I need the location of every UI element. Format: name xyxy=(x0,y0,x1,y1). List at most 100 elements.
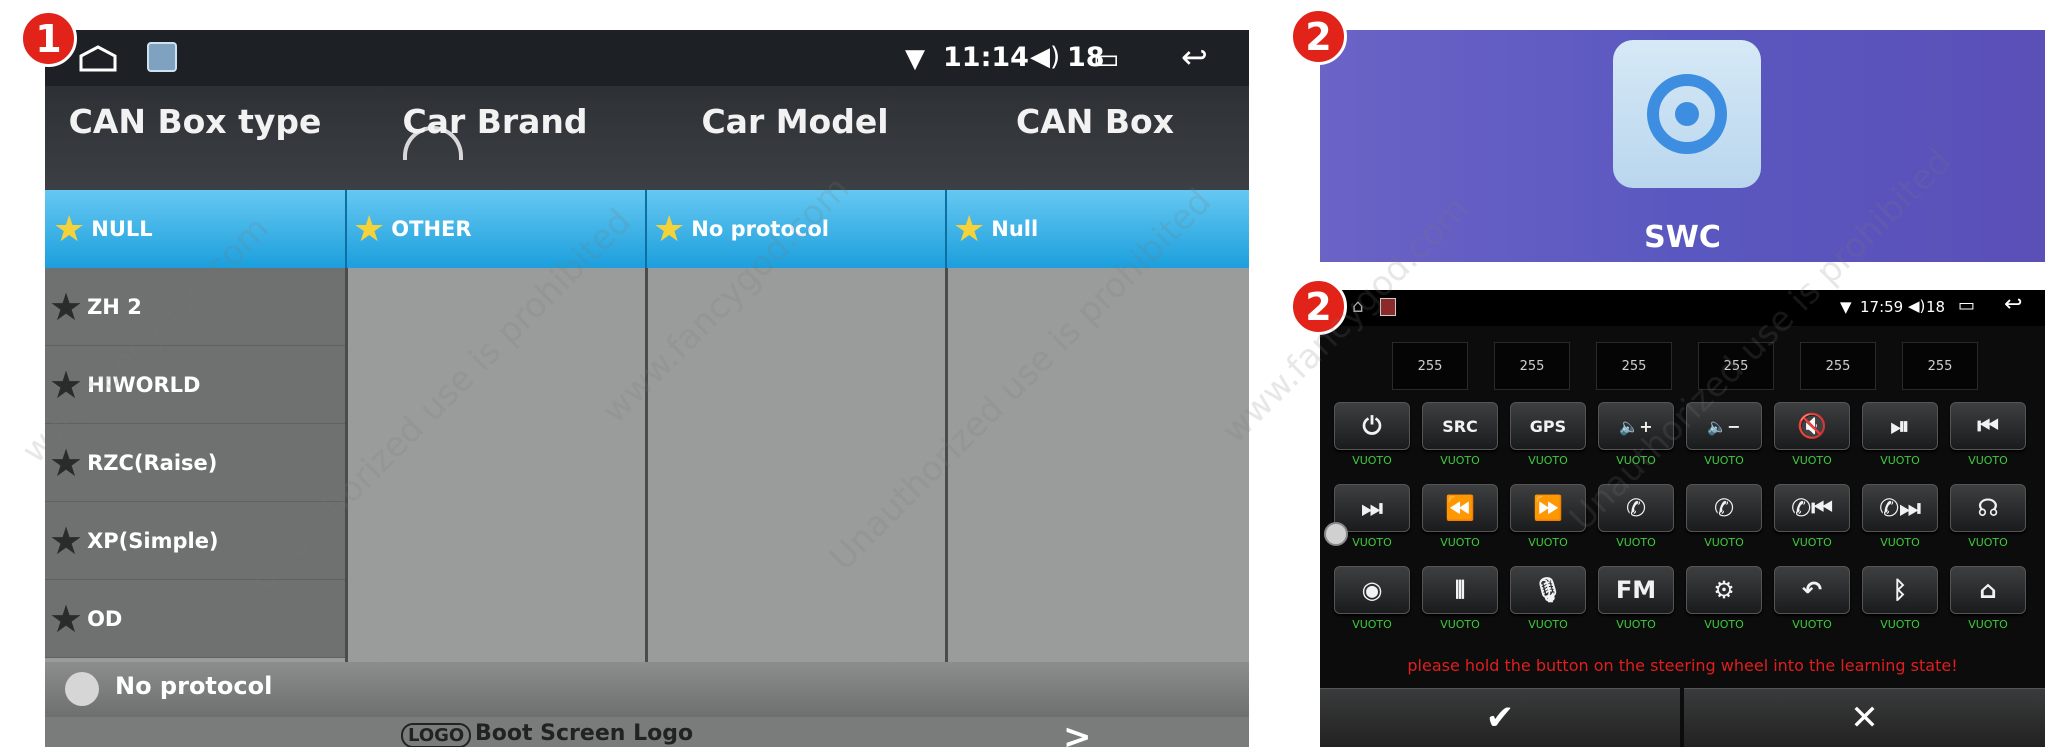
divider xyxy=(945,268,948,668)
list-item[interactable]: ★ HIWORLD xyxy=(45,346,345,424)
list-item[interactable]: ★ XP(Simple) xyxy=(45,502,345,580)
learning-message: please hold the button on the steering w… xyxy=(1407,656,1958,675)
home-icon[interactable] xyxy=(78,44,118,72)
back-icon[interactable]: ↩ xyxy=(2004,292,2022,317)
back-icon[interactable]: ↩ xyxy=(1181,38,1208,76)
key-button[interactable]: ⏭ xyxy=(1334,484,1410,532)
divider xyxy=(645,268,648,668)
list-item[interactable]: ★ ZH 2 xyxy=(45,268,345,346)
volume-up-icon: 🔈+ xyxy=(1619,416,1653,436)
key-button[interactable]: 🔈− xyxy=(1686,402,1762,450)
swc-app-icon[interactable] xyxy=(1613,40,1761,188)
key-button[interactable]: ☊ xyxy=(1950,484,2026,532)
protocol-bar[interactable]: No protocol xyxy=(45,662,1249,717)
home-icon: ⌂ xyxy=(1979,576,1997,604)
key-button[interactable]: GPS xyxy=(1510,402,1586,450)
voice-command-icon: ☊ xyxy=(1977,494,1999,522)
key-button[interactable]: ◉ xyxy=(1334,566,1410,614)
key-button[interactable]: ✆ xyxy=(1686,484,1762,532)
list-item[interactable]: ★ OD xyxy=(45,580,345,658)
steering-wheel-hub xyxy=(1675,102,1699,126)
selected-canbox[interactable]: ★ Null xyxy=(953,190,1038,268)
key-label: VUOTO xyxy=(1616,536,1656,549)
protocol-icon xyxy=(65,672,99,706)
confirm-button[interactable]: ✔ xyxy=(1320,688,1680,747)
key-label: VUOTO xyxy=(1440,618,1480,631)
status-bar: ▼ 11:14 ◀) 18 ▭ ↩ xyxy=(45,30,1249,86)
key-label: VUOTO xyxy=(1968,536,2008,549)
status-time: 11:14 xyxy=(943,42,1029,73)
key-button[interactable]: ⫴ xyxy=(1422,566,1498,614)
logo-badge: LOGO xyxy=(401,723,472,747)
selected-canbox-type[interactable]: ★ NULL xyxy=(53,190,153,268)
step-badge-2b: 2 xyxy=(1290,278,1347,335)
fast-forward-icon: ⏩ xyxy=(1533,494,1563,522)
key-button[interactable]: 🔈+ xyxy=(1598,402,1674,450)
selected-car-brand[interactable]: ★ OTHER xyxy=(353,190,472,268)
cancel-button[interactable]: ✕ xyxy=(1684,688,2045,747)
gallery-icon[interactable] xyxy=(147,42,177,72)
camera-icon: ◉ xyxy=(1361,576,1383,604)
value-box: 255 xyxy=(1698,342,1774,390)
key-button[interactable]: FM xyxy=(1598,566,1674,614)
swc-learning-panel: ⌂ ▼ 17:59 ◀) 18 ▭ ↩ 255 255 255 255 255 … xyxy=(1320,290,2045,747)
power-icon: ⏻ xyxy=(1362,412,1382,440)
key-label: VUOTO xyxy=(1968,454,2008,467)
key-button[interactable]: ⚙ xyxy=(1686,566,1762,614)
status-volume: 18 xyxy=(1926,298,1946,316)
selected-row: ★ NULL ★ OTHER ★ No protocol ★ Null xyxy=(45,190,1249,268)
app-icon[interactable] xyxy=(1380,298,1396,316)
list-item-label: XP(Simple) xyxy=(87,528,219,553)
key-label: VUOTO xyxy=(1616,454,1656,467)
fm-icon: FM xyxy=(1615,576,1657,604)
star-icon: ★ xyxy=(49,596,84,641)
list-item-label: RZC(Raise) xyxy=(87,450,218,475)
settings-icon: ⚙ xyxy=(1713,576,1735,604)
close-icon: ✕ xyxy=(1850,698,1879,738)
can-settings-panel: ▼ 11:14 ◀) 18 ▭ ↩ CAN Box type Car Brand… xyxy=(45,30,1249,747)
key-button[interactable]: ⏮ xyxy=(1950,402,2026,450)
key-button[interactable]: ✆ xyxy=(1598,484,1674,532)
key-button[interactable]: ✆⏭ xyxy=(1862,484,1938,532)
key-button[interactable]: ᛒ xyxy=(1862,566,1938,614)
list-item-label: HIWORLD xyxy=(87,372,201,397)
status-bar: ⌂ ▼ 17:59 ◀) 18 ▭ ↩ xyxy=(1320,290,2045,326)
swc-app-label: SWC xyxy=(1644,220,1721,255)
key-button[interactable]: ✆⏮ xyxy=(1774,484,1850,532)
cell-label: OTHER xyxy=(391,217,472,241)
key-label: VUOTO xyxy=(1616,618,1656,631)
recent-apps-icon[interactable]: ▭ xyxy=(1958,295,1975,316)
aux-icon: ⫴ xyxy=(1454,576,1466,604)
recent-apps-icon[interactable]: ▭ xyxy=(1093,42,1119,75)
selected-car-model[interactable]: ★ No protocol xyxy=(653,190,829,268)
list-item-label: ZH 2 xyxy=(87,294,142,319)
key-button[interactable]: ⏪ xyxy=(1422,484,1498,532)
wifi-icon: ▼ xyxy=(905,44,925,74)
list-item[interactable]: ★ RZC(Raise) xyxy=(45,424,345,502)
status-time: 17:59 xyxy=(1860,298,1904,316)
key-button[interactable]: ⏻ xyxy=(1334,402,1410,450)
value-box: 255 xyxy=(1392,342,1468,390)
key-label: VUOTO xyxy=(1968,618,2008,631)
key-label: VUOTO xyxy=(1792,618,1832,631)
key-button[interactable]: ⏯ xyxy=(1862,402,1938,450)
key-label: VUOTO xyxy=(1528,454,1568,467)
chevron-right-icon[interactable]: > xyxy=(1063,717,1092,747)
key-button[interactable]: 🎙 xyxy=(1510,566,1586,614)
side-handle[interactable] xyxy=(1324,522,1348,546)
star-icon: ★ xyxy=(49,518,84,563)
key-button[interactable]: ↶ xyxy=(1774,566,1850,614)
cell-label: NULL xyxy=(91,217,153,241)
key-label: VUOTO xyxy=(1880,454,1920,467)
home-icon[interactable]: ⌂ xyxy=(1352,296,1363,317)
key-label: VUOTO xyxy=(1352,454,1392,467)
key-button[interactable]: 🔇 xyxy=(1774,402,1850,450)
key-button[interactable]: SRC xyxy=(1422,402,1498,450)
volume-down-icon: 🔈− xyxy=(1707,416,1741,436)
boot-logo-row[interactable]: LOGO Boot Screen Logo > xyxy=(45,717,1249,747)
star-icon: ★ xyxy=(353,208,386,250)
bluetooth-icon: ᛒ xyxy=(1892,576,1908,604)
key-button[interactable]: ⏩ xyxy=(1510,484,1586,532)
key-button[interactable]: ⌂ xyxy=(1950,566,2026,614)
microphone-icon: 🎙 xyxy=(1532,576,1564,604)
